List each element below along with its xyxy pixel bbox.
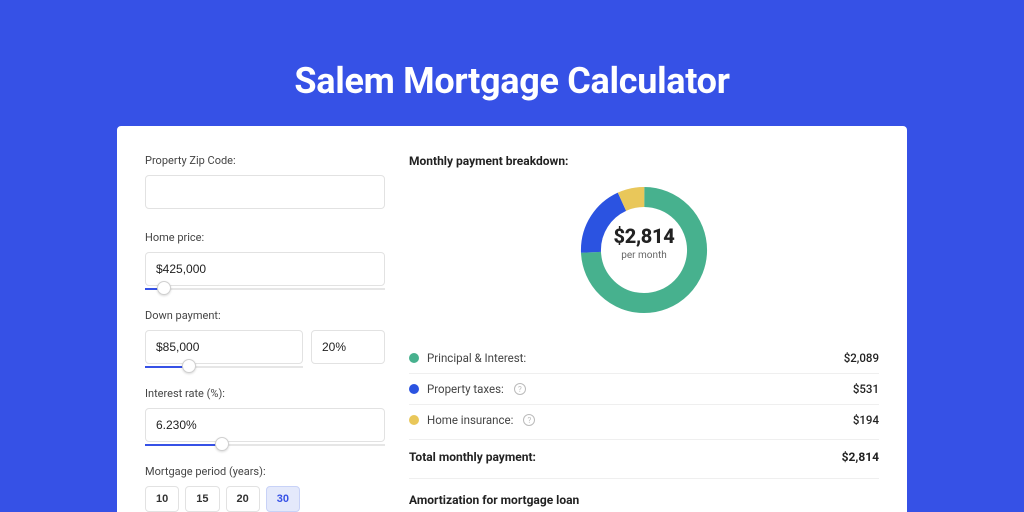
period-row: 1015 2030 <box>145 486 385 512</box>
down-amount-input[interactable] <box>145 330 303 364</box>
donut-sub: per month <box>574 250 714 261</box>
slider-track <box>145 288 385 290</box>
donut-amount: $2,814 <box>574 224 714 248</box>
price-label: Home price: <box>145 231 385 244</box>
form-panel: Property Zip Code: Home price: Down paym… <box>145 154 385 512</box>
slider-thumb[interactable] <box>157 281 171 295</box>
page-title: Salem Mortgage Calculator <box>0 0 1024 126</box>
legend-left: Home insurance:? <box>409 413 535 427</box>
rate-label: Interest rate (%): <box>145 387 385 400</box>
price-field-group: Home price: <box>145 231 385 295</box>
info-icon[interactable]: ? <box>514 383 526 395</box>
period-option-10[interactable]: 10 <box>145 486 179 512</box>
zip-field-group: Property Zip Code: <box>145 154 385 209</box>
zip-input[interactable] <box>145 175 385 209</box>
amortization-title: Amortization for mortgage loan <box>409 493 879 507</box>
period-option-15[interactable]: 15 <box>185 486 219 512</box>
legend-left: Principal & Interest: <box>409 351 526 365</box>
down-field-group: Down payment: <box>145 309 385 373</box>
slider-thumb[interactable] <box>182 359 196 373</box>
legend-row: Home insurance:? $194 <box>409 405 879 435</box>
down-label: Down payment: <box>145 309 385 322</box>
rate-field-group: Interest rate (%): <box>145 387 385 451</box>
period-option-30[interactable]: 30 <box>266 486 300 512</box>
legend-label: Property taxes: <box>427 382 504 396</box>
legend-value: $531 <box>853 382 879 396</box>
donut-center: $2,814 per month <box>574 224 714 261</box>
price-slider[interactable] <box>145 285 385 295</box>
legend-dot <box>409 353 419 363</box>
total-row: Total monthly payment: $2,814 <box>409 439 879 478</box>
amortization-section: Amortization for mortgage loan Amortizat… <box>409 478 879 512</box>
breakdown-panel: Monthly payment breakdown: $2,814 per mo… <box>409 154 879 512</box>
down-slider[interactable] <box>145 363 303 373</box>
legend-label: Principal & Interest: <box>427 351 526 365</box>
slider-thumb[interactable] <box>215 437 229 451</box>
period-label: Mortgage period (years): <box>145 465 385 478</box>
legend: Principal & Interest: $2,089 Property taxe… <box>409 342 879 435</box>
period-field-group: Mortgage period (years): 1015 2030 <box>145 465 385 512</box>
calculator-card: Property Zip Code: Home price: Down paym… <box>117 126 907 512</box>
slider-fill <box>145 444 222 446</box>
legend-value: $2,089 <box>844 351 879 365</box>
legend-row: Principal & Interest: $2,089 <box>409 343 879 374</box>
legend-left: Property taxes:? <box>409 382 526 396</box>
legend-row: Property taxes:? $531 <box>409 374 879 405</box>
total-value: $2,814 <box>842 450 879 464</box>
legend-value: $194 <box>853 413 879 427</box>
total-label: Total monthly payment: <box>409 450 536 464</box>
rate-input[interactable] <box>145 408 385 442</box>
donut-chart: $2,814 per month <box>409 180 879 324</box>
price-input[interactable] <box>145 252 385 286</box>
info-icon[interactable]: ? <box>523 414 535 426</box>
legend-dot <box>409 384 419 394</box>
breakdown-title: Monthly payment breakdown: <box>409 154 879 168</box>
zip-label: Property Zip Code: <box>145 154 385 167</box>
down-pct-input[interactable] <box>311 330 385 364</box>
legend-label: Home insurance: <box>427 413 513 427</box>
legend-dot <box>409 415 419 425</box>
rate-slider[interactable] <box>145 441 385 451</box>
period-option-20[interactable]: 20 <box>226 486 260 512</box>
